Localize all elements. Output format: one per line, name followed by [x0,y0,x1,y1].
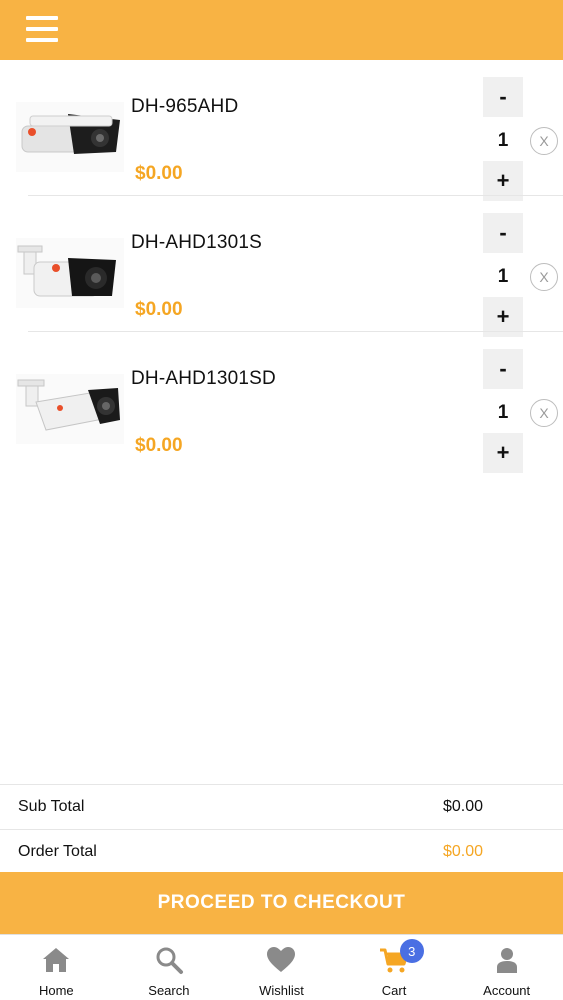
quantity-value: 1 [497,402,509,423]
tab-label: Account [483,983,531,998]
proceed-to-checkout-button[interactable]: PROCEED TO CHECKOUT [0,872,563,934]
sub-total-label: Sub Total [18,798,85,815]
quantity-value: 1 [497,266,509,287]
bottom-tab-bar: Home Search Wishlist 3 Cart Account [0,934,563,1000]
remove-item-button[interactable]: X [530,127,558,155]
cart-item: DH-965AHD $0.00 - 1 + X [0,60,563,201]
sub-total-row: Sub Total $0.00 [0,784,563,829]
tab-label: Search [148,983,190,998]
home-icon [43,948,70,972]
tab-account[interactable]: Account [450,935,563,1000]
top-app-bar [0,0,563,60]
order-summary: Sub Total $0.00 Order Total $0.00 [0,784,563,874]
product-price: $0.00 [135,435,183,456]
cart-item: DH-AHD1301SD $0.00 - 1 + X [0,332,563,473]
product-image [16,102,124,172]
product-name[interactable]: DH-AHD1301S [131,232,262,254]
cart-count-badge: 3 [399,939,424,963]
product-name[interactable]: DH-965AHD [131,96,238,118]
search-icon [156,947,183,974]
cart-list: DH-965AHD $0.00 - 1 + X DH-AHD1301S $0.0… [0,60,563,473]
remove-item-button[interactable]: X [530,263,558,291]
remove-item-button[interactable]: X [530,399,558,427]
hamburger-menu-icon[interactable] [26,16,60,42]
cart-item: DH-AHD1301S $0.00 - 1 + X [0,196,563,337]
tab-label: Home [38,983,74,998]
order-total-row: Order Total $0.00 [0,829,563,874]
order-total-value: $0.00 [442,843,483,860]
order-total-label: Order Total [18,843,97,860]
tab-label: Wishlist [259,983,304,998]
tab-search[interactable]: Search [113,935,226,1000]
heart-icon [267,947,296,972]
product-name[interactable]: DH-AHD1301SD [131,368,276,390]
tab-wishlist[interactable]: Wishlist [225,935,338,1000]
user-icon [496,948,517,973]
tab-home[interactable]: Home [0,935,113,1000]
decrease-quantity-button[interactable]: - [483,77,523,117]
decrease-quantity-button[interactable]: - [483,349,523,389]
decrease-quantity-button[interactable]: - [483,213,523,253]
tab-cart[interactable]: 3 Cart [338,935,451,1000]
product-image [16,238,124,308]
product-image [16,374,124,444]
tab-label: Cart [381,983,407,998]
sub-total-value: $0.00 [442,798,483,815]
increase-quantity-button[interactable]: + [483,433,523,473]
product-price: $0.00 [135,299,183,320]
quantity-value: 1 [497,130,509,151]
product-price: $0.00 [135,163,183,184]
